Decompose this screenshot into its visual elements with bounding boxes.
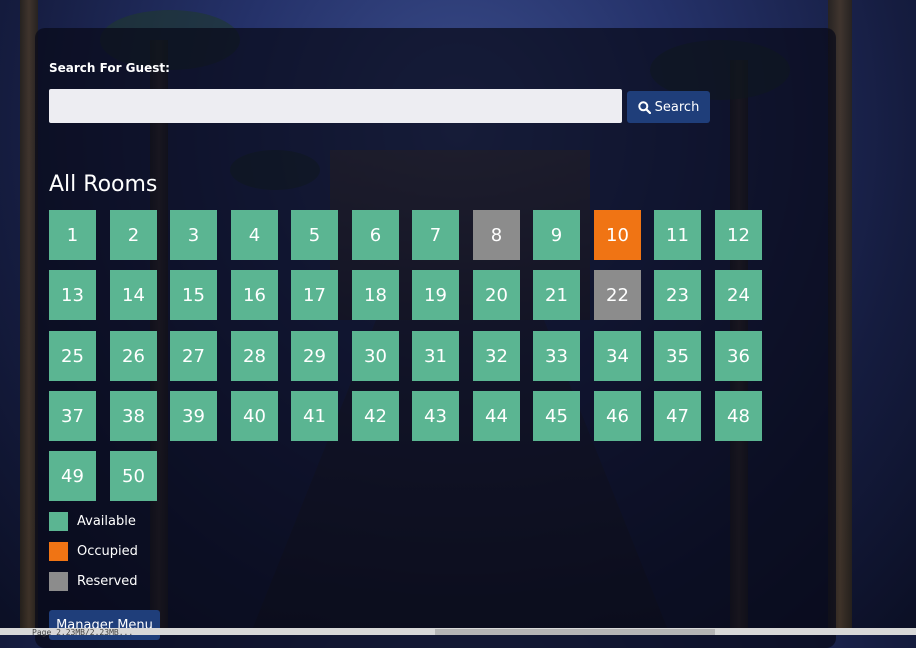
legend-swatch-reserved (49, 572, 68, 591)
room-13-tile[interactable]: 13 (49, 270, 96, 320)
room-14-tile[interactable]: 14 (110, 270, 157, 320)
room-22-tile[interactable]: 22 (594, 270, 641, 320)
room-48-tile[interactable]: 48 (715, 391, 762, 441)
search-input[interactable] (49, 89, 622, 123)
legend-label-available: Available (77, 514, 136, 529)
room-10-tile[interactable]: 10 (594, 210, 641, 260)
room-42-tile[interactable]: 42 (352, 391, 399, 441)
room-3-tile[interactable]: 3 (170, 210, 217, 260)
room-9-tile[interactable]: 9 (533, 210, 580, 260)
room-11-tile[interactable]: 11 (654, 210, 701, 260)
room-49-tile[interactable]: 49 (49, 451, 96, 501)
room-15-tile[interactable]: 15 (170, 270, 217, 320)
search-label: Search For Guest: (49, 61, 170, 75)
room-36-tile[interactable]: 36 (715, 331, 762, 381)
room-6-tile[interactable]: 6 (352, 210, 399, 260)
room-47-tile[interactable]: 47 (654, 391, 701, 441)
room-8-tile[interactable]: 8 (473, 210, 520, 260)
room-16-tile[interactable]: 16 (231, 270, 278, 320)
room-2-tile[interactable]: 2 (110, 210, 157, 260)
room-40-tile[interactable]: 40 (231, 391, 278, 441)
room-12-tile[interactable]: 12 (715, 210, 762, 260)
legend-label-reserved: Reserved (77, 574, 138, 589)
legend-label-occupied: Occupied (77, 544, 138, 559)
room-1-tile[interactable]: 1 (49, 210, 96, 260)
room-50-tile[interactable]: 50 (110, 451, 157, 501)
room-19-tile[interactable]: 19 (412, 270, 459, 320)
room-41-tile[interactable]: 41 (291, 391, 338, 441)
legend-swatch-occupied (49, 542, 68, 561)
room-43-tile[interactable]: 43 (412, 391, 459, 441)
room-21-tile[interactable]: 21 (533, 270, 580, 320)
room-39-tile[interactable]: 39 (170, 391, 217, 441)
room-28-tile[interactable]: 28 (231, 331, 278, 381)
room-31-tile[interactable]: 31 (412, 331, 459, 381)
room-24-tile[interactable]: 24 (715, 270, 762, 320)
horizontal-scrollbar[interactable] (435, 629, 715, 635)
room-44-tile[interactable]: 44 (473, 391, 520, 441)
search-button-label: Search (654, 99, 700, 115)
room-45-tile[interactable]: 45 (533, 391, 580, 441)
room-20-tile[interactable]: 20 (473, 270, 520, 320)
room-7-tile[interactable]: 7 (412, 210, 459, 260)
room-35-tile[interactable]: 35 (654, 331, 701, 381)
room-4-tile[interactable]: 4 (231, 210, 278, 260)
room-32-tile[interactable]: 32 (473, 331, 520, 381)
rooms-title: All Rooms (49, 172, 158, 197)
room-29-tile[interactable]: 29 (291, 331, 338, 381)
room-33-tile[interactable]: 33 (533, 331, 580, 381)
room-18-tile[interactable]: 18 (352, 270, 399, 320)
room-46-tile[interactable]: 46 (594, 391, 641, 441)
room-30-tile[interactable]: 30 (352, 331, 399, 381)
search-button[interactable]: Search (627, 91, 710, 123)
room-34-tile[interactable]: 34 (594, 331, 641, 381)
room-23-tile[interactable]: 23 (654, 270, 701, 320)
room-27-tile[interactable]: 27 (170, 331, 217, 381)
search-icon (637, 100, 651, 114)
room-38-tile[interactable]: 38 (110, 391, 157, 441)
room-17-tile[interactable]: 17 (291, 270, 338, 320)
legend-swatch-available (49, 512, 68, 531)
room-5-tile[interactable]: 5 (291, 210, 338, 260)
room-26-tile[interactable]: 26 (110, 331, 157, 381)
room-25-tile[interactable]: 25 (49, 331, 96, 381)
room-37-tile[interactable]: 37 (49, 391, 96, 441)
